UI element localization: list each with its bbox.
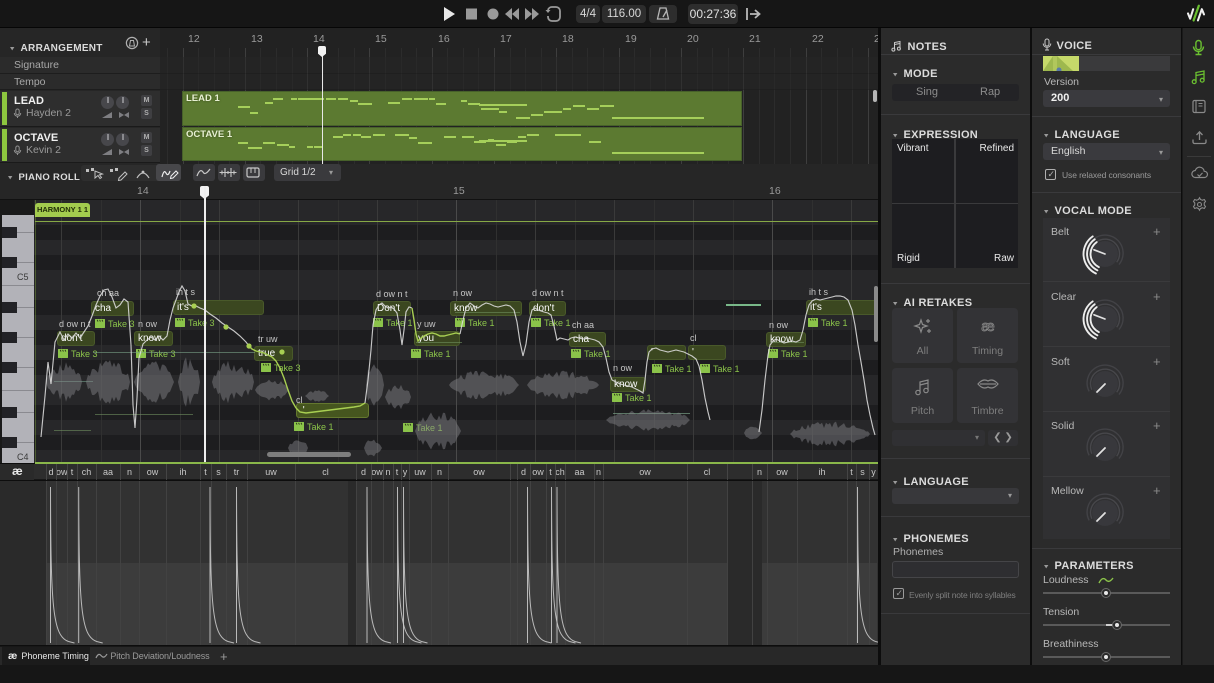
svg-text:æ: æ bbox=[981, 318, 994, 335]
